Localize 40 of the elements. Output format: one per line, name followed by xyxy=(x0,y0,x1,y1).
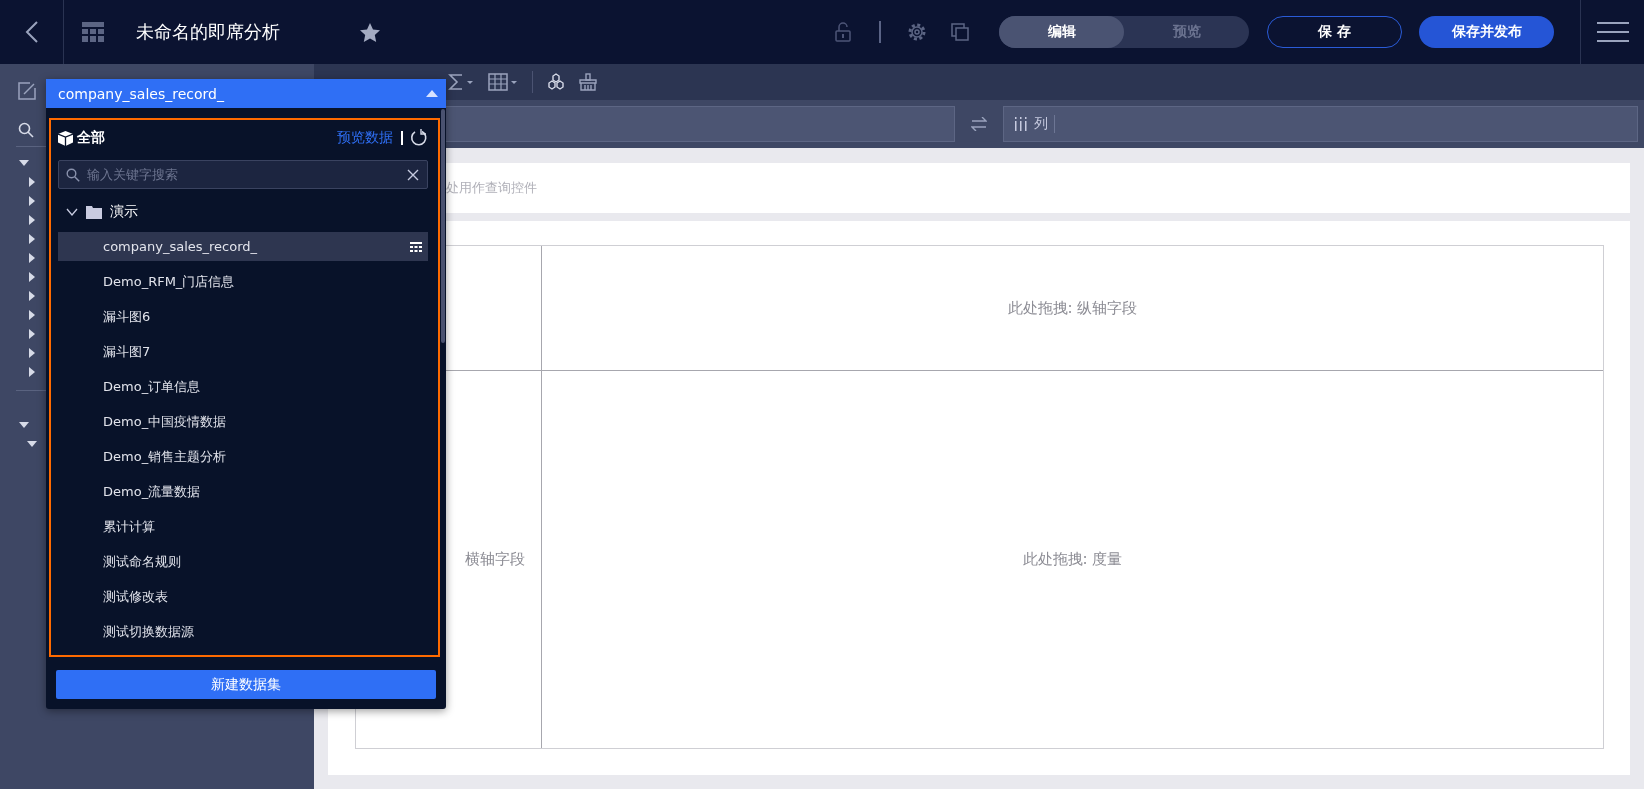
folder-label[interactable]: 演示 xyxy=(110,203,138,221)
swap-icon[interactable] xyxy=(971,117,987,131)
cube-icon xyxy=(58,130,73,146)
root-label[interactable]: 全部 xyxy=(77,129,105,147)
filter-hint: 处用作查询控件 xyxy=(446,179,537,197)
y-axis-drop-zone[interactable]: 此处拖拽: 纵轴字段 xyxy=(542,246,1603,371)
refresh-icon[interactable] xyxy=(410,129,428,147)
table-format-icon[interactable] xyxy=(488,73,518,91)
menu-icon[interactable] xyxy=(1596,21,1629,43)
caret-icon xyxy=(426,90,438,97)
search-field[interactable]: 输入关键字搜索 xyxy=(58,160,428,189)
measure-drop-zone[interactable]: 此处拖拽: 度量 xyxy=(542,371,1603,748)
mode-tab[interactable]: 编辑 xyxy=(999,16,1124,48)
dataset-item[interactable]: Demo_RFM_门店信息 xyxy=(58,264,428,299)
dataset-item[interactable]: 漏斗图7 xyxy=(58,334,428,369)
chevron-icon[interactable] xyxy=(66,208,78,216)
dataset-item[interactable]: 漏斗图6 xyxy=(58,299,428,334)
back-icon[interactable] xyxy=(24,20,39,44)
edit-icon[interactable] xyxy=(18,82,36,100)
hexagons-icon[interactable] xyxy=(547,73,565,91)
dataset-item[interactable]: company_sales_record_ xyxy=(58,232,428,261)
columns-shelf-field[interactable]: 列 xyxy=(1003,106,1638,142)
dataset-select[interactable]: company_sales_record_ xyxy=(46,79,446,108)
lock-icon[interactable] xyxy=(835,22,851,42)
search-icon xyxy=(66,168,80,182)
settings-icon[interactable] xyxy=(907,22,927,42)
table-icon xyxy=(82,22,104,42)
copy-icon[interactable] xyxy=(951,23,969,41)
preview-data-link[interactable]: 预览数据 xyxy=(337,129,393,147)
columns-icon xyxy=(1014,117,1028,131)
broom-icon[interactable] xyxy=(579,73,597,91)
save-publish-button[interactable]: 保存并发布 xyxy=(1419,16,1554,48)
close-icon[interactable] xyxy=(407,169,419,181)
grid-icon xyxy=(410,241,422,252)
search-icon[interactable] xyxy=(18,122,34,138)
report-title: 未命名的即席分析 xyxy=(136,20,280,44)
folder-icon xyxy=(86,205,102,219)
new-dataset-button[interactable]: 新建数据集 xyxy=(56,670,436,699)
sum-icon[interactable] xyxy=(448,73,474,91)
star-icon[interactable] xyxy=(360,22,380,42)
